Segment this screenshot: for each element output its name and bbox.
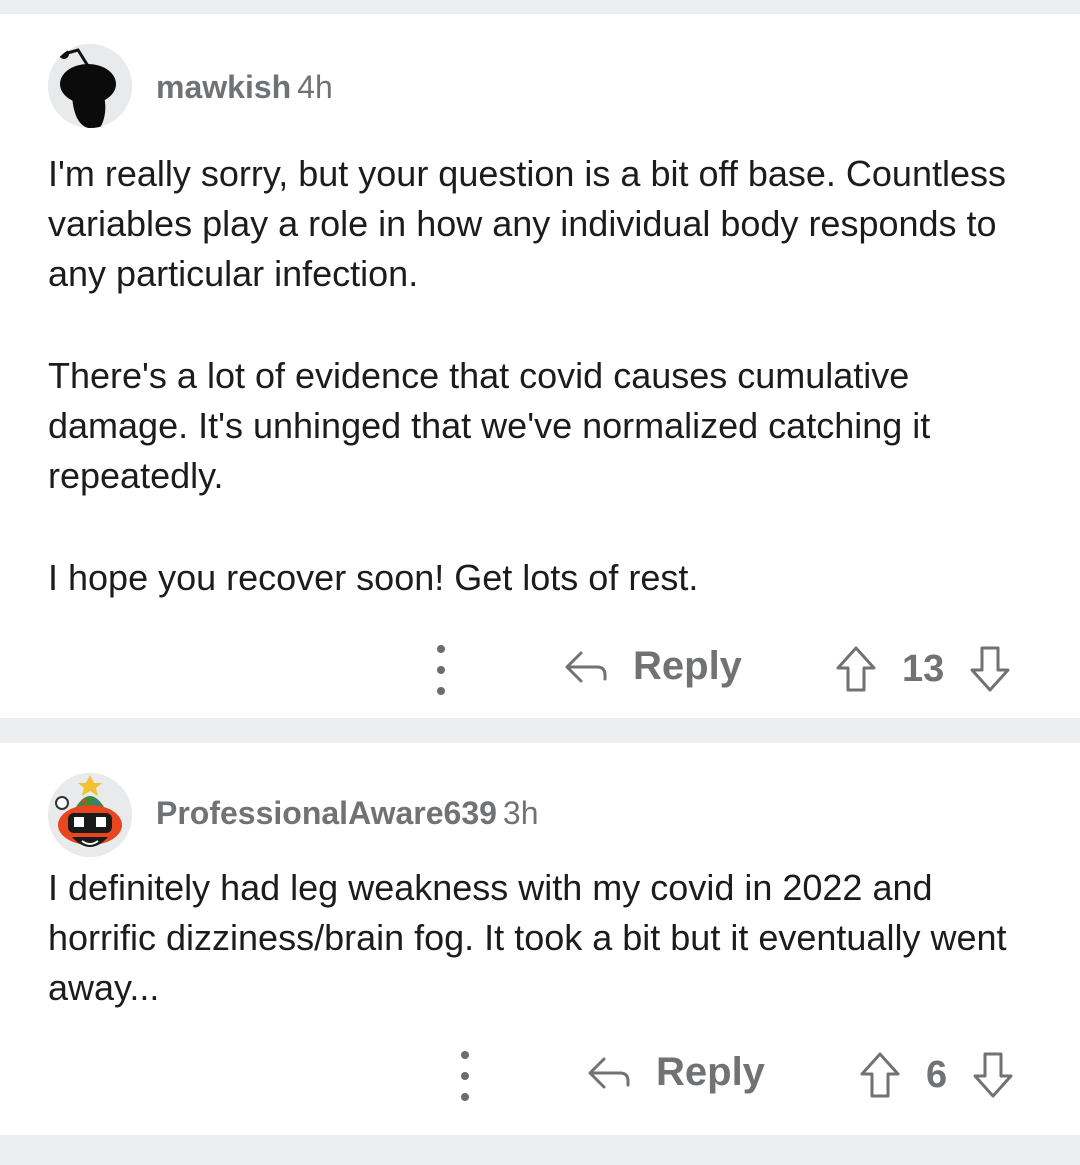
upvote-icon[interactable] bbox=[834, 644, 878, 694]
bottom-divider bbox=[0, 1135, 1080, 1165]
comment-meta: mawkish 4h bbox=[156, 69, 333, 106]
upvote-icon[interactable] bbox=[858, 1050, 902, 1100]
username[interactable]: mawkish bbox=[156, 69, 291, 105]
comment-paragraph: I hope you recover soon! Get lots of res… bbox=[48, 557, 699, 598]
comment-age: 3h bbox=[502, 795, 539, 831]
comment-actions: Reply 6 bbox=[0, 1045, 1080, 1105]
snoo-avatar-black-icon bbox=[48, 44, 132, 128]
vote-control: 6 bbox=[858, 1050, 1015, 1100]
user-avatar[interactable] bbox=[48, 44, 132, 128]
reply-arrow-icon bbox=[565, 651, 607, 682]
reply-label: Reply bbox=[656, 1050, 765, 1094]
downvote-icon[interactable] bbox=[968, 644, 1012, 694]
more-options-icon[interactable] bbox=[460, 1051, 470, 1101]
user-avatar[interactable] bbox=[48, 773, 132, 857]
comment-meta: ProfessionalAware639 3h bbox=[156, 795, 539, 832]
comment-paragraph: There's a lot of evidence that covid cau… bbox=[48, 355, 931, 496]
vote-control: 13 bbox=[834, 644, 1012, 694]
reply-button[interactable]: Reply bbox=[563, 644, 742, 689]
score-count: 13 bbox=[902, 647, 945, 690]
downvote-icon[interactable] bbox=[971, 1050, 1015, 1100]
comment-paragraph: I'm really sorry, but your question is a… bbox=[48, 153, 1006, 294]
score-count: 6 bbox=[926, 1053, 948, 1096]
comment-card: mawkish 4h I'm really sorry, but your que… bbox=[0, 14, 1080, 718]
comment-actions: Reply 13 bbox=[0, 639, 1080, 699]
comment-age: 4h bbox=[297, 69, 333, 105]
username[interactable]: ProfessionalAware639 bbox=[156, 795, 497, 831]
top-divider bbox=[0, 0, 1080, 14]
reply-button[interactable]: Reply bbox=[586, 1050, 765, 1095]
comment-body: I definitely had leg weakness with my co… bbox=[48, 863, 1040, 1013]
reply-arrow-icon bbox=[588, 1057, 630, 1088]
comment-divider bbox=[0, 718, 1080, 743]
reply-label: Reply bbox=[633, 644, 742, 688]
snoo-avatar-holiday-icon bbox=[48, 773, 132, 857]
more-options-icon[interactable] bbox=[436, 645, 446, 695]
comment-paragraph: I definitely had leg weakness with my co… bbox=[48, 867, 1007, 1008]
comment-body: I'm really sorry, but your question is a… bbox=[48, 149, 1040, 603]
